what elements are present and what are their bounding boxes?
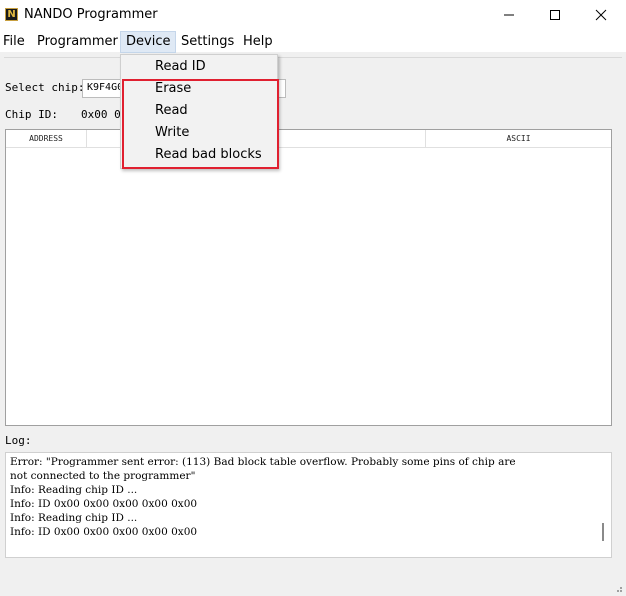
menu-device[interactable]: Device bbox=[120, 31, 177, 53]
menu-item-read-id[interactable]: Read ID bbox=[155, 59, 206, 74]
column-header-address[interactable]: ADDRESS bbox=[6, 130, 87, 148]
log-line: Info: Reading chip ID ... bbox=[10, 512, 138, 524]
close-button[interactable] bbox=[578, 0, 624, 30]
window-title: NANDO Programmer bbox=[24, 7, 158, 22]
menu-programmer[interactable]: Programmer bbox=[35, 33, 120, 51]
minimize-icon bbox=[504, 14, 514, 16]
maximize-button[interactable] bbox=[532, 0, 578, 30]
log-line: Info: Reading chip ID ... bbox=[10, 484, 138, 496]
log-scrollbar-thumb[interactable] bbox=[602, 523, 604, 541]
hex-view[interactable]: ADDRESS ASCII bbox=[5, 129, 612, 426]
menu-file[interactable]: File bbox=[1, 33, 27, 51]
chip-id-label: Chip ID: bbox=[5, 108, 58, 121]
column-header-ascii[interactable]: ASCII bbox=[426, 130, 611, 148]
log-view[interactable]: Error: "Programmer sent error: (113) Bad… bbox=[5, 452, 612, 558]
app-logo-icon: N bbox=[5, 8, 18, 21]
log-label: Log: bbox=[5, 434, 32, 447]
minimize-button[interactable] bbox=[486, 0, 532, 30]
log-line: not connected to the programmer" bbox=[10, 470, 196, 482]
log-line: Info: ID 0x00 0x00 0x00 0x00 0x00 bbox=[10, 526, 198, 538]
menu-settings[interactable]: Settings bbox=[179, 33, 236, 51]
toolbar-divider bbox=[4, 57, 622, 58]
close-icon bbox=[595, 9, 607, 21]
select-chip-label: Select chip: bbox=[5, 81, 85, 94]
maximize-icon bbox=[550, 10, 560, 20]
highlight-box bbox=[122, 79, 279, 169]
log-line: Info: ID 0x00 0x00 0x00 0x00 0x00 bbox=[10, 498, 198, 510]
menu-help[interactable]: Help bbox=[241, 33, 275, 51]
resize-grip-icon[interactable] bbox=[613, 583, 623, 593]
log-line: Error: "Programmer sent error: (113) Bad… bbox=[10, 456, 516, 468]
chip-select-value: K9F4G0 bbox=[87, 82, 124, 93]
